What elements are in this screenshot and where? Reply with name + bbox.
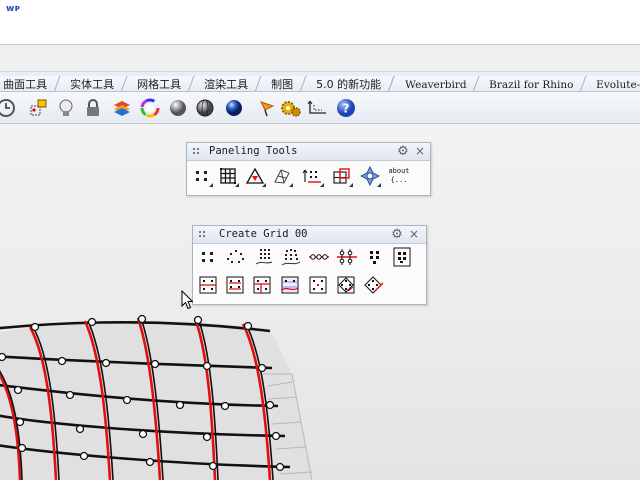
star-panel-button[interactable]	[359, 165, 381, 187]
curve-grid-button[interactable]	[253, 246, 275, 268]
shade-sphere-icon[interactable]	[166, 96, 190, 120]
tab-weaverbird[interactable]: Weaverbird	[388, 76, 480, 91]
tab-render-tools[interactable]: 渲染工具	[187, 76, 262, 91]
panel-titlebar[interactable]: Create Grid 00 ⚙ ×	[193, 226, 426, 244]
points-grid-button[interactable]	[191, 165, 213, 187]
cell-panel-button[interactable]	[331, 165, 353, 187]
two-curve-grid-button[interactable]	[280, 246, 302, 268]
tab-label: 实体工具	[70, 78, 115, 91]
lock-icon[interactable]	[81, 96, 105, 120]
help-icon[interactable]: ?	[334, 96, 358, 120]
grid-from-points-button[interactable]	[307, 274, 329, 296]
mouse-cursor-icon	[181, 290, 193, 310]
tab-label: 网格工具	[137, 78, 182, 91]
rotate-view-icon[interactable]	[0, 96, 18, 120]
tab-solid-tools[interactable]: 实体工具	[53, 76, 128, 91]
tab-surface-tools[interactable]: 曲面工具	[0, 76, 61, 91]
tab-drafting[interactable]: 制图	[254, 76, 307, 91]
toolbar-tabs: 曲面工具 实体工具 网格工具 渲染工具 制图 5.0 的新功能 Weaverbi…	[0, 71, 640, 92]
title-area: ᴡᴘ	[0, 0, 640, 44]
grip-icon[interactable]	[199, 231, 207, 239]
tab-brazil-for-rhino[interactable]: Brazil for Rhino	[472, 76, 587, 91]
dimension-icon[interactable]	[306, 96, 330, 120]
about-label: about	[388, 167, 410, 175]
about-button[interactable]: about {...	[387, 163, 411, 189]
grid-panel-button[interactable]	[217, 165, 239, 187]
close-icon[interactable]: ×	[408, 227, 420, 241]
gears-icon[interactable]	[279, 96, 303, 120]
grid-diamond-button[interactable]	[363, 274, 385, 296]
gear-icon[interactable]: ⚙	[390, 228, 404, 242]
close-icon[interactable]: ×	[414, 144, 426, 158]
tab-label: 曲面工具	[3, 78, 48, 91]
color-wheel-icon[interactable]	[138, 96, 162, 120]
panel-titlebar[interactable]: Paneling Tools ⚙ ×	[187, 143, 430, 161]
rendered-sphere-icon[interactable]	[193, 96, 217, 120]
boxed-points-button[interactable]	[391, 246, 413, 268]
tab-evolute[interactable]: Evolute-I	[579, 76, 640, 91]
panel-title: Create Grid 00	[219, 228, 308, 240]
ordered-points-button[interactable]	[302, 165, 324, 187]
tab-label: 制图	[271, 78, 294, 91]
panel-title: Paneling Tools	[209, 145, 298, 157]
svg-text:?: ?	[343, 102, 350, 116]
tab-label: Evolute-I	[596, 79, 640, 91]
grid-by-distance-button[interactable]	[224, 274, 246, 296]
offset-grid-button[interactable]	[336, 246, 358, 268]
morph-panel-button[interactable]	[271, 165, 293, 187]
tab-mesh-tools[interactable]: 网格工具	[120, 76, 195, 91]
command-strip	[0, 44, 640, 71]
layer-stack-icon[interactable]	[110, 96, 134, 120]
flamingo-icon[interactable]	[255, 96, 279, 120]
create-grid-panel: Create Grid 00 ⚙ ×	[192, 225, 427, 305]
grid-rotate-button[interactable]	[335, 274, 357, 296]
grid-from-surface-button[interactable]	[197, 274, 219, 296]
triangle-panel-button[interactable]	[244, 165, 266, 187]
blue-sphere-icon[interactable]	[222, 96, 246, 120]
grid-by-count-button[interactable]	[251, 274, 273, 296]
main-toolbar: ?	[0, 92, 640, 124]
app-logo: ᴡᴘ	[6, 4, 21, 14]
polar-grid-button[interactable]	[224, 246, 246, 268]
tab-new-in-v5[interactable]: 5.0 的新功能	[300, 76, 395, 91]
tab-label: 5.0 的新功能	[316, 78, 382, 91]
light-bulb-icon[interactable]	[54, 96, 78, 120]
grip-icon[interactable]	[193, 148, 201, 156]
rect-grid-button[interactable]	[197, 246, 219, 268]
gear-icon[interactable]: ⚙	[396, 145, 410, 159]
dense-points-button[interactable]	[364, 246, 386, 268]
paneling-tools-panel: Paneling Tools ⚙ × about {...	[186, 142, 431, 196]
extrude-grid-button[interactable]	[308, 246, 330, 268]
snapshot-icon[interactable]	[27, 96, 51, 120]
about-sublabel: {...	[390, 176, 408, 184]
grid-uv-button[interactable]	[279, 274, 301, 296]
tab-label: 渲染工具	[204, 78, 249, 91]
tab-label: Weaverbird	[404, 79, 467, 91]
tab-label: Brazil for Rhino	[489, 79, 574, 91]
